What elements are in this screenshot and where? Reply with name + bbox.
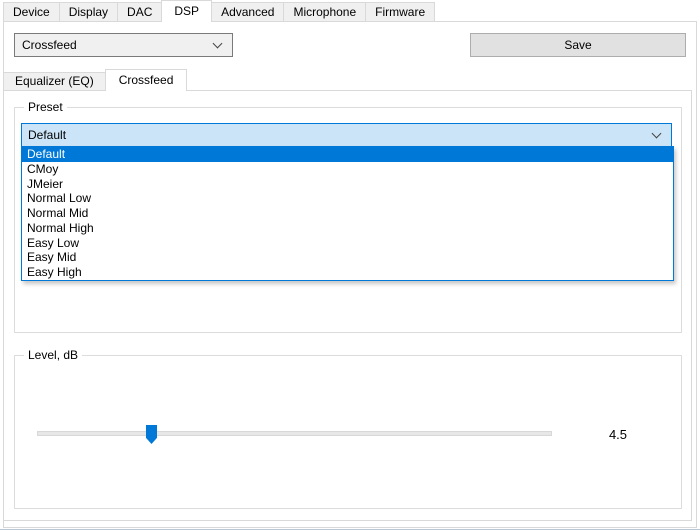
dropdown-item-easy-mid[interactable]: Easy Mid	[22, 250, 673, 265]
preset-dropdown-list: Default CMoy JMeier Normal Low Normal Mi…	[21, 146, 674, 281]
tab-device[interactable]: Device	[3, 2, 60, 21]
dropdown-item-easy-low[interactable]: Easy Low	[22, 236, 673, 251]
dropdown-item-jmeier[interactable]: JMeier	[22, 177, 673, 192]
preset-combobox[interactable]: Default	[21, 123, 672, 147]
tab-advanced[interactable]: Advanced	[211, 2, 284, 21]
preset-group-title: Preset	[24, 100, 67, 114]
subtab-equalizer[interactable]: Equalizer (EQ)	[3, 72, 106, 90]
level-slider-track[interactable]	[37, 431, 552, 436]
dropdown-item-cmoy[interactable]: CMoy	[22, 162, 673, 177]
dsp-sub-tab-bar: Equalizer (EQ) Crossfeed	[3, 69, 187, 91]
preset-combobox-value: Default	[22, 128, 653, 142]
chevron-down-icon	[652, 128, 662, 138]
tab-firmware[interactable]: Firmware	[365, 2, 435, 21]
level-group-title: Level, dB	[24, 348, 82, 362]
dsp-module-dropdown-value: Crossfeed	[15, 38, 214, 52]
dropdown-item-default[interactable]: Default	[22, 147, 673, 162]
tab-dac[interactable]: DAC	[117, 2, 162, 21]
tab-display[interactable]: Display	[59, 2, 118, 21]
subtab-crossfeed[interactable]: Crossfeed	[105, 69, 188, 91]
main-tab-bar: Device Display DAC DSP Advanced Micropho…	[3, 0, 435, 22]
tab-microphone[interactable]: Microphone	[283, 2, 366, 21]
dsp-module-dropdown[interactable]: Crossfeed	[14, 33, 233, 57]
dropdown-item-normal-high[interactable]: Normal High	[22, 221, 673, 236]
app-window: Device Display DAC DSP Advanced Micropho…	[0, 0, 700, 530]
save-button[interactable]: Save	[470, 33, 686, 57]
dropdown-item-easy-high[interactable]: Easy High	[22, 265, 673, 280]
level-slider-value: 4.5	[600, 427, 636, 442]
dropdown-item-normal-mid[interactable]: Normal Mid	[22, 206, 673, 221]
chevron-down-icon	[213, 38, 223, 48]
tab-dsp[interactable]: DSP	[161, 0, 212, 22]
dropdown-item-normal-low[interactable]: Normal Low	[22, 191, 673, 206]
